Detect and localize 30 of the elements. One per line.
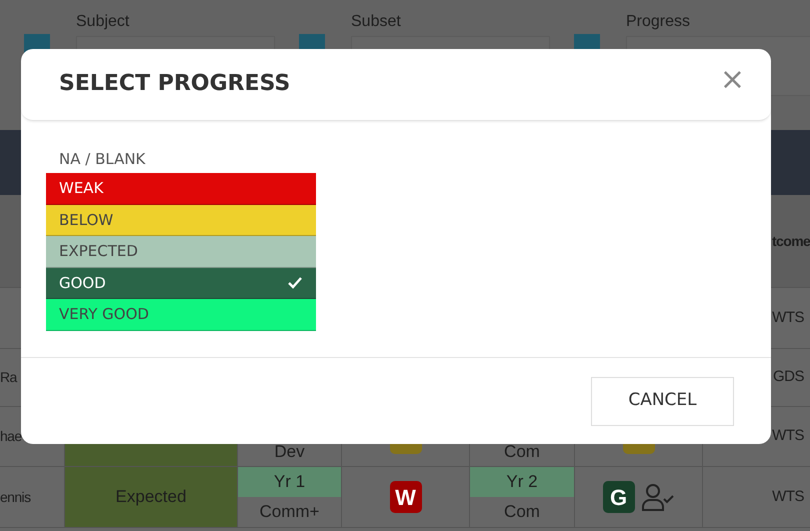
outcome-text: WTS xyxy=(772,308,804,328)
subset-cell-text: Com xyxy=(503,440,541,462)
modal-title: SELECT PROGRESS xyxy=(59,71,290,98)
year-cell: Yr 2 xyxy=(470,467,574,497)
filter-label: Subset xyxy=(351,12,402,32)
outcome-text: WTS xyxy=(772,426,804,446)
grade-badge[interactable]: G xyxy=(602,481,634,513)
student-name: ennis xyxy=(0,488,30,506)
check-icon xyxy=(287,276,303,290)
progress-option[interactable]: GOOD xyxy=(46,268,316,299)
year-cell: Yr 1 xyxy=(238,467,341,497)
subset-cell-text: Comm+ xyxy=(258,501,320,524)
subset-cell-text: Dev xyxy=(273,440,306,462)
filter-label: Subject xyxy=(76,12,130,32)
progress-option[interactable]: NA / BLANK xyxy=(46,145,316,173)
progress-option[interactable]: BELOW xyxy=(46,204,316,236)
grade-badge[interactable]: W xyxy=(390,481,422,513)
column-header: tcome xyxy=(771,232,810,250)
cancel-button[interactable]: CANCEL xyxy=(591,376,734,426)
student-name: Ra xyxy=(0,368,17,387)
user-check-icon[interactable] xyxy=(640,482,674,512)
progress-option[interactable]: WEAK xyxy=(46,173,316,204)
student-name: hae xyxy=(0,427,22,446)
progress-option[interactable]: EXPECTED xyxy=(46,236,316,268)
filter-label: Progress xyxy=(626,12,692,32)
outcome-text: GDS xyxy=(772,367,804,388)
subset-cell-text: Com xyxy=(503,501,541,524)
outcome-text: WTS xyxy=(772,486,804,507)
progress-option[interactable]: VERY GOOD xyxy=(46,299,316,330)
close-button[interactable]: × xyxy=(720,64,745,94)
